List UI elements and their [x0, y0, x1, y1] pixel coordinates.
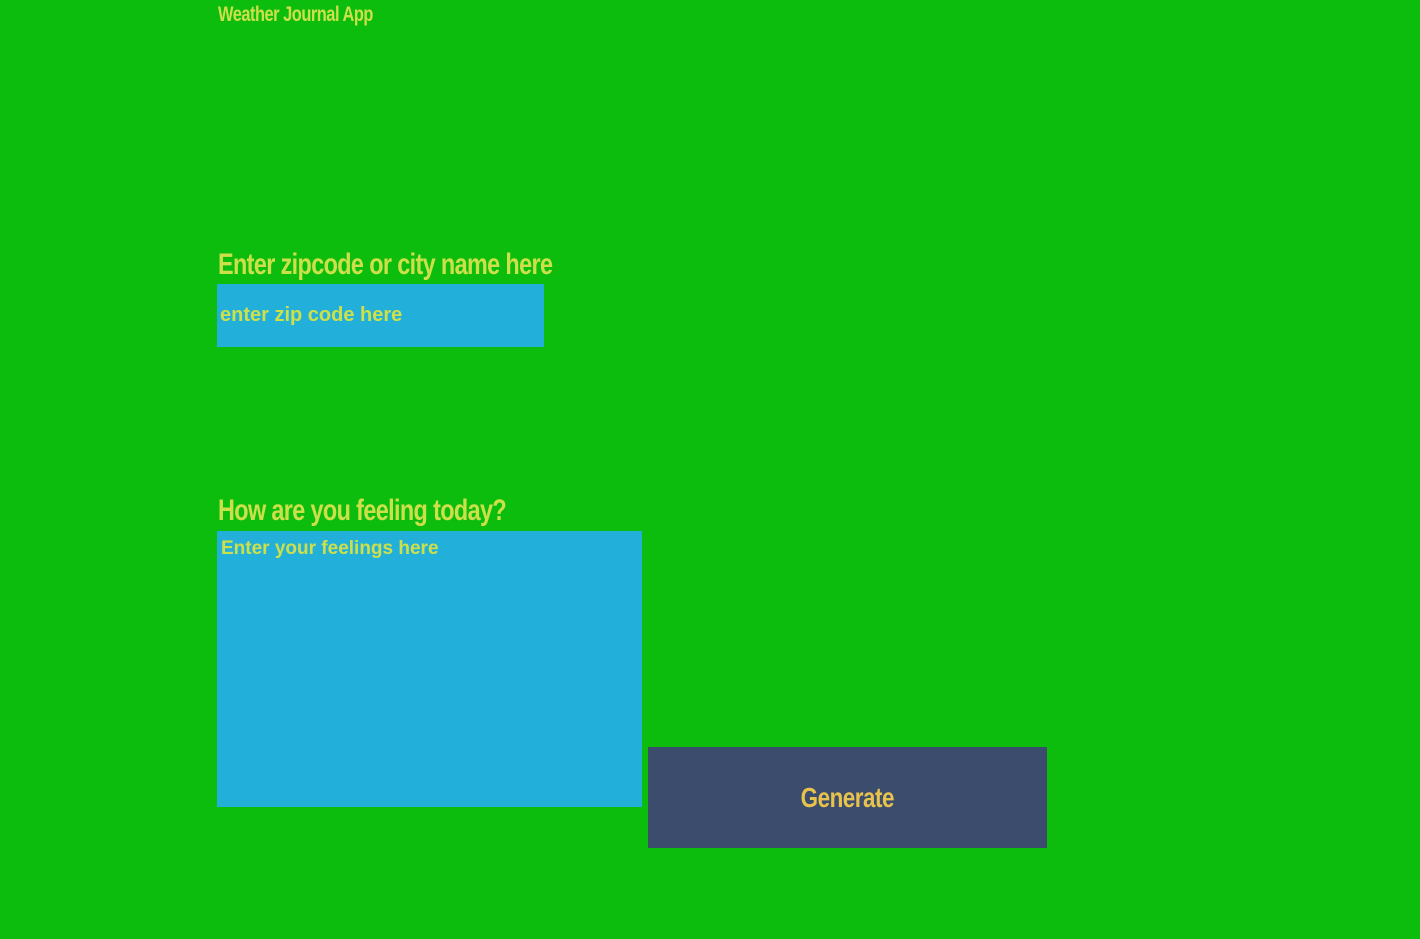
zip-input[interactable]	[217, 284, 544, 347]
feelings-textarea[interactable]	[217, 531, 642, 807]
generate-button-label: Generate	[800, 781, 895, 813]
generate-button[interactable]: Generate	[648, 747, 1047, 848]
feelings-label: How are you feeling today?	[218, 494, 507, 527]
app-title: Weather Journal App	[218, 3, 373, 26]
app-container: Weather Journal App Enter zipcode or cit…	[0, 0, 1420, 939]
zip-label: Enter zipcode or city name here	[218, 248, 553, 281]
